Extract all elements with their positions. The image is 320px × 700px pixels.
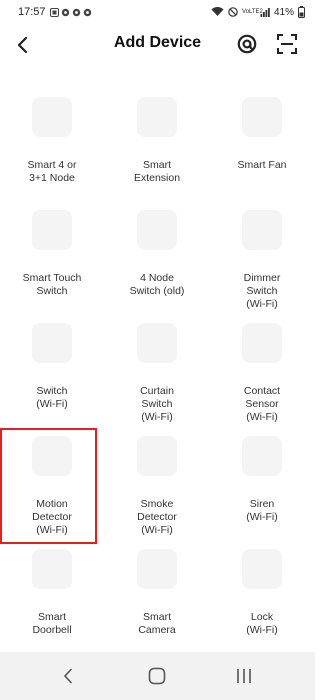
device-icon	[137, 549, 177, 589]
status-bar: 17:57 VoLTE2 41%	[0, 0, 315, 24]
status-right: VoLTE2 41%	[211, 6, 305, 18]
device-icon	[137, 323, 177, 363]
device-tile[interactable]: Motion Detector (Wi-Fi)	[0, 428, 102, 544]
device-icon	[32, 97, 72, 137]
device-tile[interactable]: Lock (Wi-Fi)	[212, 549, 312, 637]
device-tile[interactable]: Contact Sensor (Wi-Fi)	[212, 323, 312, 424]
device-tile[interactable]: Smart 4 or 3+1 Node	[2, 97, 102, 185]
device-tile[interactable]: Siren (Wi-Fi)	[212, 436, 312, 524]
scan-icon	[277, 34, 297, 54]
device-label: Smart Camera	[138, 611, 176, 636]
scan-button[interactable]	[276, 33, 298, 55]
device-label: Lock (Wi-Fi)	[246, 611, 278, 636]
nav-home-button[interactable]	[145, 664, 169, 688]
device-tile[interactable]: Smart Extension	[107, 97, 207, 185]
chevron-left-icon	[17, 36, 28, 54]
device-label: Motion Detector (Wi-Fi)	[32, 498, 72, 536]
gear-icon	[61, 8, 70, 17]
page-title: Add Device	[113, 34, 202, 51]
device-label: Smart Doorbell	[32, 611, 72, 636]
recents-icon	[237, 669, 251, 683]
device-icon	[137, 436, 177, 476]
nav-back-button[interactable]	[56, 664, 80, 688]
device-icon	[242, 323, 282, 363]
battery-percent: 41%	[273, 6, 294, 18]
at-icon	[237, 34, 257, 54]
device-label: Smart Extension	[133, 159, 181, 184]
gear-icon	[72, 8, 81, 17]
sim-icon	[49, 7, 59, 17]
device-tile[interactable]: Smoke Detector (Wi-Fi)	[107, 436, 207, 537]
home-icon	[148, 667, 166, 685]
device-tile[interactable]: Curtain Switch (Wi-Fi)	[107, 323, 207, 424]
device-tile[interactable]: Smart Fan	[212, 97, 312, 172]
do-not-disturb-icon	[228, 7, 238, 17]
wifi-icon	[211, 7, 224, 17]
device-icon	[137, 97, 177, 137]
device-icon	[242, 549, 282, 589]
device-icon	[32, 436, 72, 476]
header: Add Device	[0, 26, 315, 64]
device-label: Curtain Switch (Wi-Fi)	[140, 385, 174, 423]
device-label: Smart Fan	[237, 159, 287, 171]
device-icon	[242, 436, 282, 476]
device-label: Smoke Detector (Wi-Fi)	[137, 498, 177, 536]
device-label: Smart 4 or 3+1 Node	[27, 159, 77, 184]
gear-icon	[83, 8, 92, 17]
device-tile[interactable]: Smart Doorbell	[2, 549, 102, 637]
device-label: Dimmer Switch (Wi-Fi)	[243, 272, 281, 310]
device-tile[interactable]: Dimmer Switch (Wi-Fi)	[212, 210, 312, 311]
network-label: VoLTE2	[241, 9, 263, 15]
signal-icon	[260, 7, 270, 17]
device-label: Contact Sensor (Wi-Fi)	[243, 385, 281, 423]
device-label: Smart Touch Switch	[22, 272, 82, 297]
battery-icon	[298, 6, 305, 18]
device-icon	[32, 210, 72, 250]
device-icon	[242, 210, 282, 250]
device-icon	[32, 323, 72, 363]
at-button[interactable]	[236, 33, 258, 55]
device-label: Siren (Wi-Fi)	[246, 498, 278, 523]
nav-recents-button[interactable]	[232, 664, 256, 688]
chevron-left-icon	[63, 668, 72, 684]
status-left: 17:57	[18, 6, 92, 18]
device-tile[interactable]: Smart Camera	[107, 549, 207, 637]
device-label: Switch (Wi-Fi)	[36, 385, 68, 410]
status-time: 17:57	[18, 6, 46, 18]
device-tile[interactable]: 4 Node Switch (old)	[107, 210, 207, 298]
device-icon	[242, 97, 282, 137]
device-label: 4 Node Switch (old)	[129, 272, 185, 297]
device-tile[interactable]: Smart Touch Switch	[2, 210, 102, 298]
system-nav-bar	[0, 652, 315, 700]
device-icon	[32, 549, 72, 589]
back-button[interactable]	[10, 32, 34, 58]
device-icon	[137, 210, 177, 250]
device-tile[interactable]: Switch (Wi-Fi)	[2, 323, 102, 411]
notification-icons	[49, 7, 92, 17]
